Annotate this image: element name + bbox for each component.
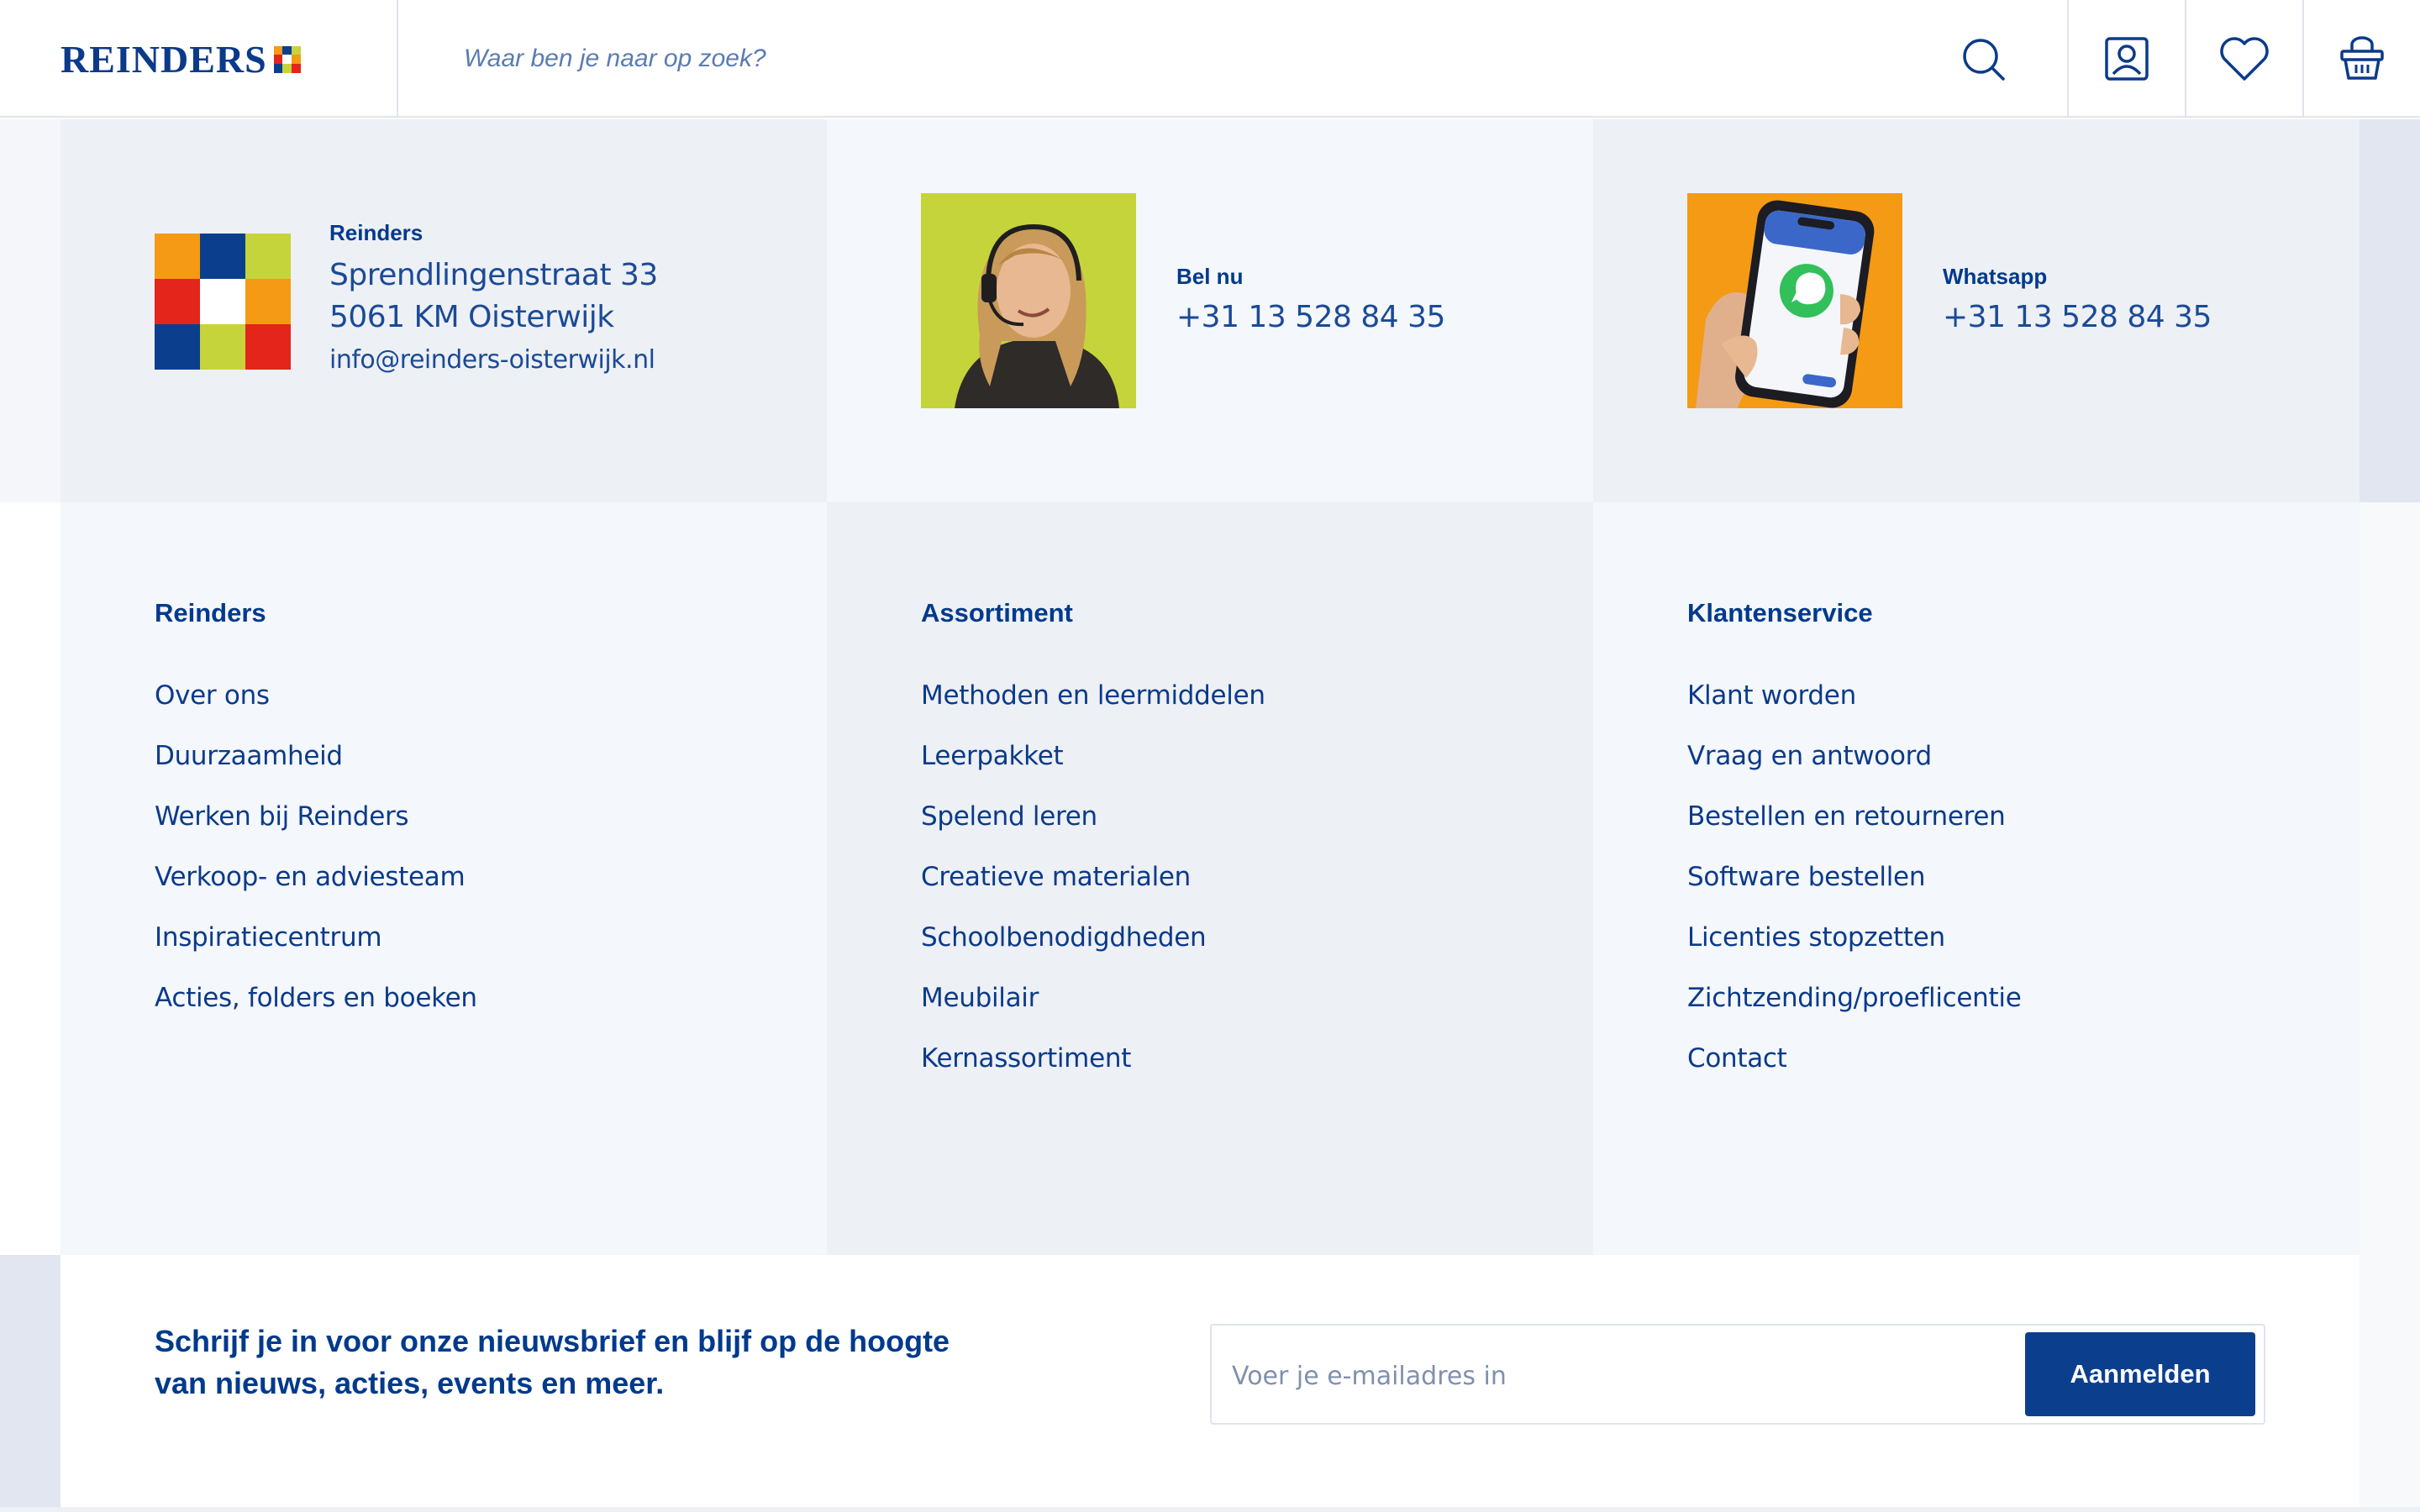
basket-icon: [2340, 36, 2384, 80]
search-button[interactable]: [1958, 34, 2010, 86]
footer-link[interactable]: Acties, folders en boeken: [155, 981, 477, 1042]
footer-link[interactable]: Schoolbenodigdheden: [921, 921, 1265, 981]
footer-link-list: Klant worden Vraag en antwoord Bestellen…: [1687, 679, 2022, 1102]
footer-link[interactable]: Vraag en antwoord: [1687, 739, 2021, 800]
footer-link-list: Over ons Duurzaamheid Werken bij Reinder…: [155, 679, 477, 1042]
newsletter-form: Aanmelden: [1210, 1324, 2265, 1425]
bottom-strip: [0, 1507, 2420, 1512]
call-phone-link[interactable]: +31 13 528 84 35: [1176, 300, 1445, 334]
basket-button[interactable]: [2304, 0, 2420, 118]
links-edge: [2360, 502, 2420, 1255]
call-label: Bel nu: [1176, 264, 1244, 289]
company-email-link[interactable]: info@reinders-oisterwijk.nl: [329, 345, 658, 375]
footer-link[interactable]: Software bestellen: [1687, 860, 2021, 921]
footer-link[interactable]: Creatieve materialen: [921, 860, 1265, 921]
whatsapp-contact: Whatsapp +31 13 528 84 35: [1943, 264, 2212, 334]
whatsapp-photo: [1687, 193, 1902, 408]
footer-link[interactable]: Werken bij Reinders: [155, 800, 477, 860]
account-button[interactable]: [2069, 0, 2185, 118]
column-title: Klantenservice: [1687, 598, 1873, 627]
footer-link[interactable]: Spelend leren: [921, 800, 1265, 860]
footer-link[interactable]: Methoden en leermiddelen: [921, 679, 1265, 739]
footer-link-list: Methoden en leermiddelen Leerpakket Spel…: [921, 679, 1265, 1102]
footer-link[interactable]: Licenties stopzetten: [1687, 921, 2021, 981]
newsletter-text: Schrijf je in voor onze nieuwsbrief en b…: [155, 1320, 995, 1404]
header-divider: [397, 0, 398, 118]
logo-mark-icon: [273, 45, 301, 73]
footer-link[interactable]: Leerpakket: [921, 739, 1265, 800]
call-contact: Bel nu +31 13 528 84 35: [1176, 264, 1445, 334]
reinders-logo[interactable]: REINDERS: [60, 37, 301, 81]
address-city: 5061 KM Oisterwijk: [329, 300, 614, 334]
wishlist-button[interactable]: [2186, 0, 2302, 118]
newsletter-edge: [0, 1255, 60, 1512]
company-address: Reinders Sprendlingenstraat 33 5061 KM O…: [329, 220, 658, 375]
newsletter-edge: [2360, 1255, 2420, 1512]
footer-link[interactable]: Klant worden: [1687, 679, 2021, 739]
footer-link[interactable]: Inspiratiecentrum: [155, 921, 477, 981]
footer-link[interactable]: Zichtzending/proeflicentie: [1687, 981, 2022, 1042]
newsletter-line: van nieuws, acties, events en meer.: [155, 1366, 665, 1400]
account-icon: [2105, 37, 2149, 81]
footer-link[interactable]: Contact: [1687, 1042, 2021, 1102]
newsletter-line: Schrijf je in voor onze nieuwsbrief en b…: [155, 1324, 950, 1358]
subscribe-button[interactable]: Aanmelden: [2025, 1332, 2255, 1416]
search-input[interactable]: [464, 34, 1892, 84]
band-edge: [2360, 119, 2420, 502]
whatsapp-phone-link[interactable]: +31 13 528 84 35: [1943, 300, 2212, 334]
logo-text: REINDERS: [60, 38, 267, 81]
column-title: Assortiment: [921, 598, 1073, 627]
whatsapp-label: Whatsapp: [1943, 264, 2048, 289]
footer-link[interactable]: Kernassortiment: [921, 1042, 1265, 1102]
footer-link[interactable]: Bestellen en retourneren: [1687, 800, 2021, 860]
email-field[interactable]: [1232, 1351, 1988, 1401]
company-name: Reinders: [329, 220, 424, 245]
address-street: Sprendlingenstraat 33: [329, 258, 658, 292]
heart-icon: [2220, 37, 2269, 81]
reinders-block-logo: [155, 234, 291, 370]
search-icon: [1963, 39, 2005, 81]
column-title: Reinders: [155, 598, 266, 627]
customer-service-photo: [921, 193, 1136, 408]
footer-link[interactable]: Over ons: [155, 679, 477, 739]
site-header: REINDERS: [0, 0, 2420, 118]
footer-link[interactable]: Verkoop- en adviesteam: [155, 860, 477, 921]
footer-link[interactable]: Meubilair: [921, 981, 1265, 1042]
footer-link[interactable]: Duurzaamheid: [155, 739, 477, 800]
